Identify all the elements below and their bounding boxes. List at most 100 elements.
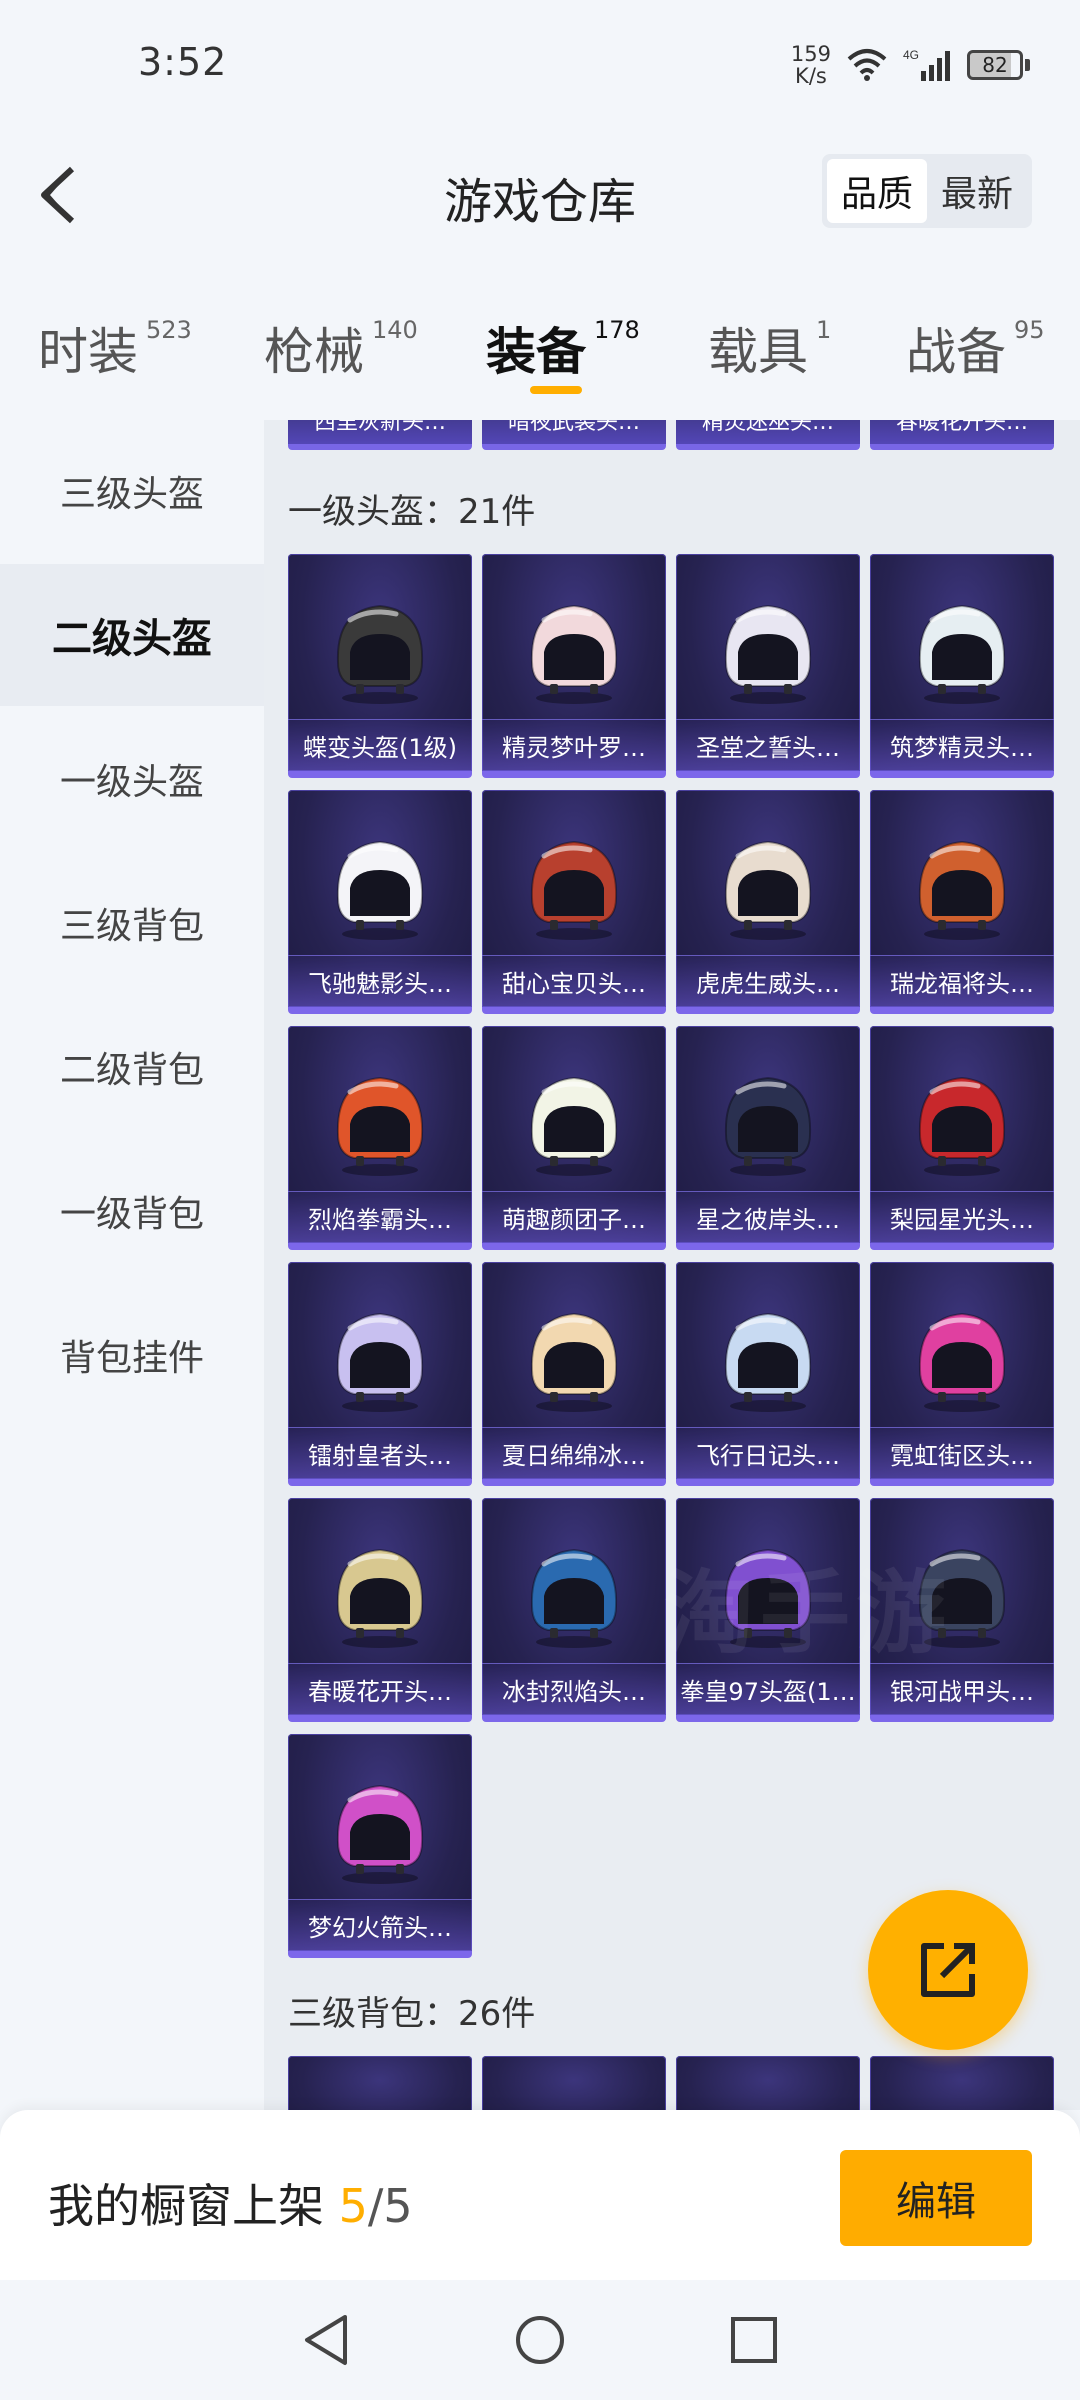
showcase-bar: 我的橱窗上架 5/5 编辑	[0, 2110, 1080, 2280]
helmet-card[interactable]: 瑞龙福将头…	[870, 790, 1054, 1014]
helmet-name: 虎虎生威头…	[676, 955, 860, 1007]
helmet-icon	[870, 816, 1054, 956]
helmet-icon	[288, 1760, 472, 1900]
helmet-name: 霓虹街区头…	[870, 1427, 1054, 1479]
helmet-name: 春暖花开头…	[288, 1663, 472, 1715]
helmet-card[interactable]: 精灵梦叶罗…	[482, 554, 666, 778]
nav-back-button[interactable]	[294, 2308, 358, 2372]
status-icons: 159 K/s 4G 82	[791, 40, 1030, 90]
sort-toggle: 品质 最新	[822, 154, 1032, 228]
helmet-card[interactable]: 蝶变头盔(1级)	[288, 554, 472, 778]
network-type: 4G	[903, 48, 919, 62]
status-bar: 3:52 159 K/s 4G 82	[0, 0, 1080, 130]
sidebar-item-level2-helmet[interactable]: 二级头盔	[0, 564, 264, 706]
tab-equipment[interactable]: 装备 178	[486, 312, 640, 384]
helmet-card[interactable]: 夏日绵绵冰…	[482, 1262, 666, 1486]
helmet-card[interactable]: 筑梦精灵头…	[870, 554, 1054, 778]
helmet-name: 瑞龙福将头…	[870, 955, 1054, 1007]
helmet-icon	[870, 1288, 1054, 1428]
helmet-icon	[288, 1524, 472, 1664]
item-card[interactable]: 西里灰新头…	[288, 420, 472, 450]
item-card[interactable]	[288, 2056, 472, 2110]
helmet-icon	[482, 580, 666, 720]
nav-recents-button[interactable]	[722, 2308, 786, 2372]
cellular-signal-icon: 4G	[903, 47, 953, 83]
tab-vehicles[interactable]: 载具 1	[708, 312, 831, 384]
net-speed: 159 K/s	[790, 42, 831, 88]
helmet-card[interactable]: 银河战甲头…	[870, 1498, 1054, 1722]
battery-level: 82	[967, 50, 1023, 80]
helmet-icon	[482, 1052, 666, 1192]
sidebar: 三级头盔 二级头盔 一级头盔 三级背包 二级背包 一级背包 背包挂件	[0, 420, 264, 2110]
tab-combat-gear[interactable]: 战备 95	[906, 312, 1045, 384]
item-card[interactable]	[870, 2056, 1054, 2110]
helmet-card[interactable]: 冰封烈焰头…	[482, 1498, 666, 1722]
partial-backpack-row	[288, 2056, 1054, 2110]
helmet-icon	[676, 580, 860, 720]
helmet-card[interactable]: 虎虎生威头…	[676, 790, 860, 1014]
helmet-name: 圣堂之誓头…	[676, 719, 860, 771]
helmet-card[interactable]: 镭射皇者头…	[288, 1262, 472, 1486]
status-time: 3:52	[138, 40, 228, 84]
helmet-name: 银河战甲头…	[870, 1663, 1054, 1715]
sidebar-item-level3-backpack[interactable]: 三级背包	[0, 852, 264, 994]
square-recents-icon	[731, 2317, 777, 2363]
section-title-backpack: 三级背包：26件	[288, 1994, 536, 2034]
helmet-name: 筑梦精灵头…	[870, 719, 1054, 771]
helmet-icon	[288, 1288, 472, 1428]
helmet-icon	[482, 816, 666, 956]
helmet-icon	[482, 1288, 666, 1428]
helmet-grid: 蝶变头盔(1级) 精灵梦叶罗… 圣堂之誓头… 筑梦精灵头… 飞驰魅影头… 甜心宝贝头… 虎虎…	[288, 554, 1054, 1958]
edit-button[interactable]: 编辑	[840, 2150, 1032, 2246]
system-nav-bar	[0, 2280, 1080, 2400]
tab-fashion[interactable]: 时装 523	[38, 312, 192, 384]
helmet-name: 梦幻火箭头…	[288, 1899, 472, 1951]
helmet-card[interactable]: 甜心宝贝头…	[482, 790, 666, 1014]
sidebar-item-level1-helmet[interactable]: 一级头盔	[0, 708, 264, 850]
share-icon	[921, 1943, 975, 1997]
helmet-name: 梨园星光头…	[870, 1191, 1054, 1243]
sort-option-quality[interactable]: 品质	[827, 159, 927, 223]
helmet-card[interactable]: 梨园星光头…	[870, 1026, 1054, 1250]
item-card[interactable]: 暗夜武装头…	[482, 420, 666, 450]
nav-home-button[interactable]	[508, 2308, 572, 2372]
helmet-icon	[288, 816, 472, 956]
helmet-card[interactable]: 萌趣颜团子…	[482, 1026, 666, 1250]
helmet-icon	[870, 580, 1054, 720]
item-card[interactable]	[482, 2056, 666, 2110]
helmet-name: 镭射皇者头…	[288, 1427, 472, 1479]
helmet-card[interactable]: 霓虹街区头…	[870, 1262, 1054, 1486]
helmet-icon	[288, 1052, 472, 1192]
helmet-icon	[676, 1288, 860, 1428]
helmet-icon	[288, 580, 472, 720]
header: 游戏仓库 品质 最新	[0, 130, 1080, 260]
circle-home-icon	[516, 2316, 564, 2364]
helmet-card[interactable]: 梦幻火箭头…	[288, 1734, 472, 1958]
showcase-count: 5	[338, 2179, 368, 2233]
item-card[interactable]	[676, 2056, 860, 2110]
showcase-label: 我的橱窗上架 5/5	[48, 2179, 413, 2233]
tab-guns[interactable]: 枪械 140	[264, 312, 418, 384]
helmet-name: 星之彼岸头…	[676, 1191, 860, 1243]
helmet-name: 精灵梦叶罗…	[482, 719, 666, 771]
sidebar-item-level2-backpack[interactable]: 二级背包	[0, 996, 264, 1138]
item-card[interactable]: 精灵迷巫头…	[676, 420, 860, 450]
active-tab-indicator	[530, 386, 582, 394]
helmet-card[interactable]: 飞行日记头…	[676, 1262, 860, 1486]
helmet-card[interactable]: 拳皇97头盔(1…	[676, 1498, 860, 1722]
sidebar-item-level3-helmet[interactable]: 三级头盔	[0, 420, 264, 562]
helmet-icon	[676, 816, 860, 956]
sidebar-item-backpack-charm[interactable]: 背包挂件	[0, 1284, 264, 1426]
helmet-name: 夏日绵绵冰…	[482, 1427, 666, 1479]
helmet-card[interactable]: 烈焰拳霸头…	[288, 1026, 472, 1250]
helmet-name: 拳皇97头盔(1…	[676, 1663, 860, 1715]
item-card[interactable]: 春暖花开头…	[870, 420, 1054, 450]
helmet-card[interactable]: 春暖花开头…	[288, 1498, 472, 1722]
helmet-card[interactable]: 星之彼岸头…	[676, 1026, 860, 1250]
helmet-name: 冰封烈焰头…	[482, 1663, 666, 1715]
helmet-card[interactable]: 飞驰魅影头…	[288, 790, 472, 1014]
sort-option-newest[interactable]: 最新	[927, 159, 1027, 223]
helmet-card[interactable]: 圣堂之誓头…	[676, 554, 860, 778]
sidebar-item-level1-backpack[interactable]: 一级背包	[0, 1140, 264, 1282]
share-button[interactable]	[868, 1890, 1028, 2050]
